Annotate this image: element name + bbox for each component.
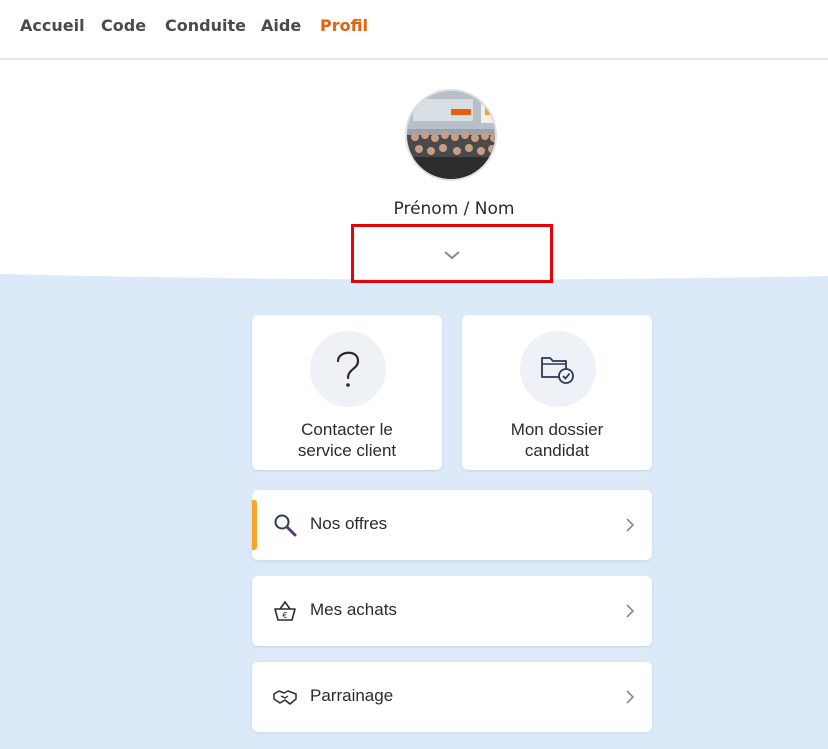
handshake-icon [273, 690, 297, 705]
contact-support-label: Contacter le service client [252, 419, 442, 461]
offers-row[interactable]: Nos offres [252, 490, 652, 560]
nav-aide[interactable]: Aide [261, 16, 301, 35]
expand-profile-button[interactable] [351, 224, 553, 283]
offers-row-label: Nos offres [310, 514, 388, 533]
tile-icon-circle [310, 331, 386, 407]
candidate-file-label: Mon dossier candidat [462, 419, 652, 461]
chevron-right-icon [626, 604, 634, 618]
contact-support-label-line2: service client [297, 441, 397, 460]
profile-name: Prénom / Nom [393, 199, 515, 219]
chevron-right-icon [626, 518, 634, 532]
referral-row-label: Parrainage [310, 686, 394, 705]
nav-conduite[interactable]: Conduite [165, 16, 246, 35]
nav-code[interactable]: Code [101, 16, 146, 35]
top-navigation: Accueil Code Conduite Aide Profil [0, 0, 828, 60]
offers-row-accent [252, 500, 257, 550]
folder-check-icon [541, 357, 574, 384]
contact-support-tile[interactable]: Contacter le service client [252, 315, 442, 470]
purchases-row[interactable]: € Mes achats [252, 576, 652, 646]
question-mark-icon [336, 351, 360, 387]
tile-icon-circle [520, 331, 596, 407]
nav-profil[interactable]: Profil [320, 16, 368, 35]
purchases-row-label: Mes achats [310, 600, 397, 619]
profile-avatar[interactable] [405, 89, 497, 181]
basket-euro-icon: € [274, 600, 296, 621]
chevron-down-icon [444, 251, 460, 260]
magnifier-icon [274, 514, 297, 537]
svg-text:€: € [282, 611, 287, 620]
referral-row[interactable]: Parrainage [252, 662, 652, 732]
nav-accueil[interactable]: Accueil [20, 16, 85, 35]
group-photo-avatar-icon [407, 91, 495, 179]
candidate-file-tile[interactable]: Mon dossier candidat [462, 315, 652, 470]
contact-support-label-line1: Contacter le [301, 420, 393, 439]
candidate-file-label-line2: candidat [524, 441, 590, 460]
candidate-file-label-line1: Mon dossier [510, 420, 604, 439]
chevron-right-icon [626, 690, 634, 704]
